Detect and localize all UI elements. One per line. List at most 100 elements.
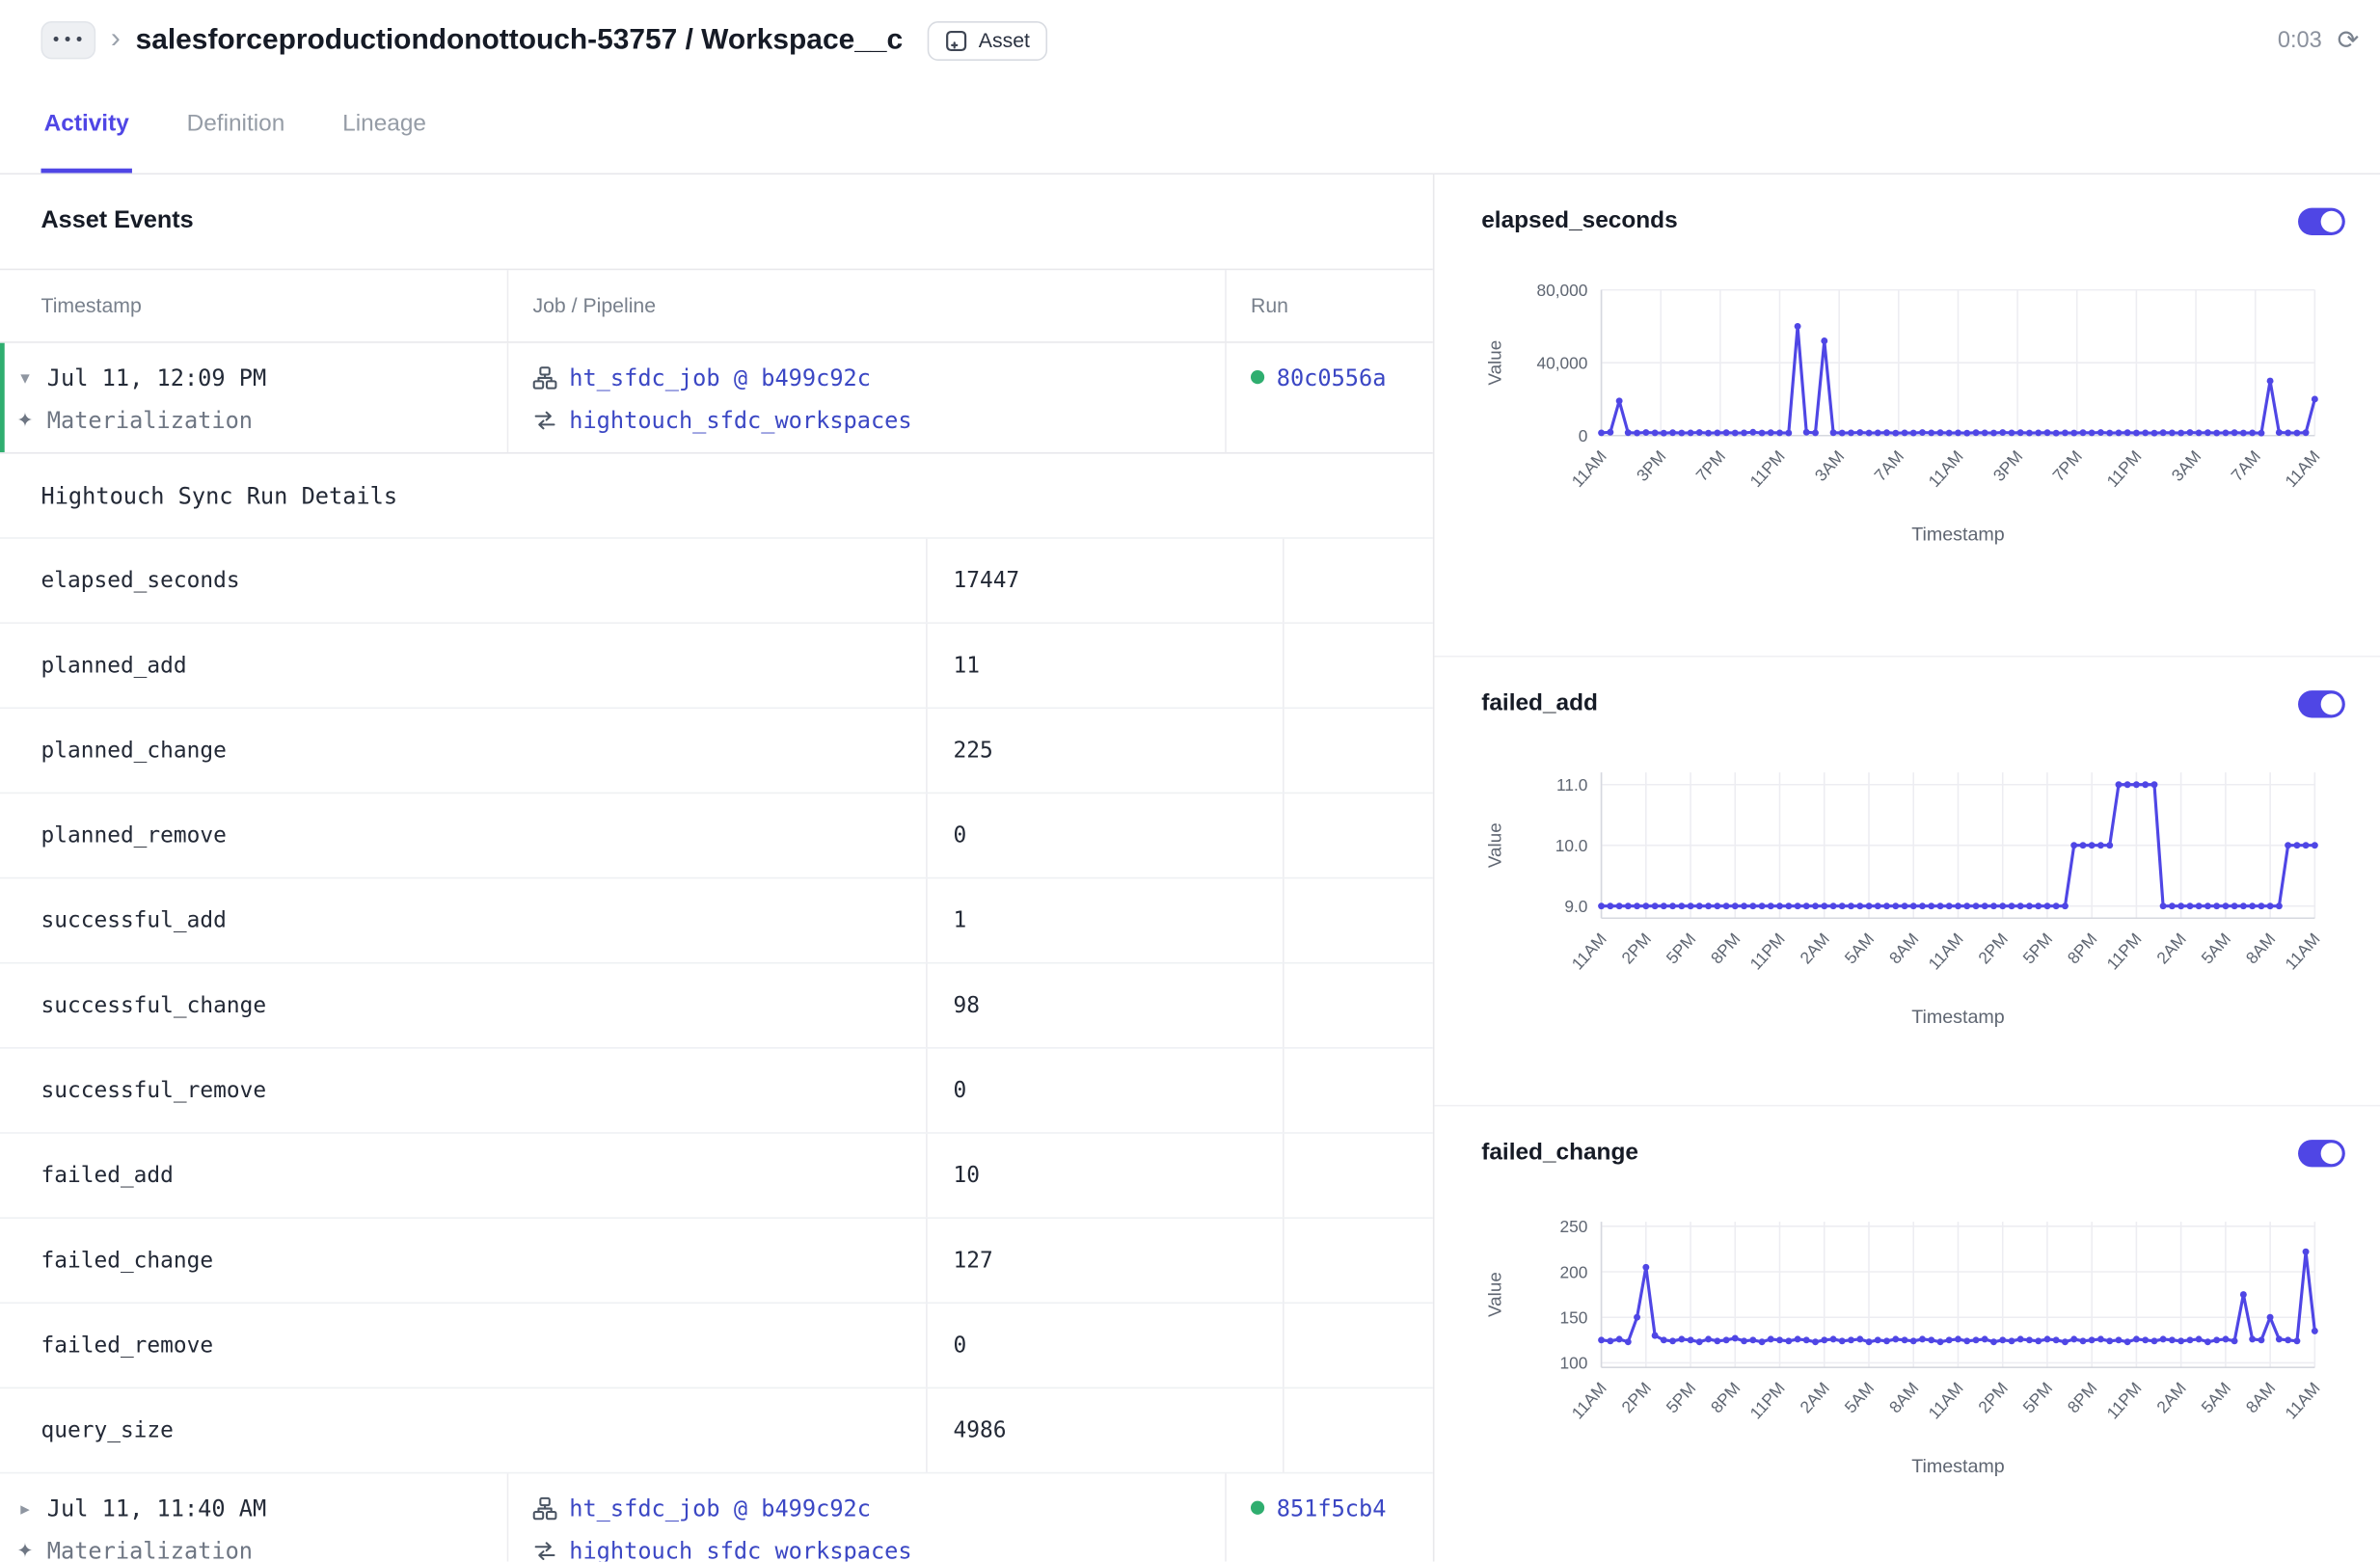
svg-text:8AM: 8AM — [2242, 929, 2280, 968]
svg-text:11AM: 11AM — [1568, 1379, 1610, 1423]
svg-text:7PM: 7PM — [2048, 446, 2086, 485]
asset-frame-icon — [944, 28, 968, 52]
svg-text:11PM: 11PM — [2102, 929, 2145, 974]
svg-text:11PM: 11PM — [1746, 446, 1789, 491]
run-link[interactable]: 80c0556a — [1277, 364, 1387, 390]
svg-text:3PM: 3PM — [1989, 446, 2027, 485]
svg-text:5PM: 5PM — [1663, 1379, 1700, 1417]
svg-text:11AM: 11AM — [1924, 929, 1966, 974]
svg-text:5PM: 5PM — [2019, 929, 2057, 968]
detail-row: successful_add 1 — [0, 878, 1433, 963]
sync-run-details-heading: Hightouch Sync Run Details — [0, 454, 1433, 539]
svg-text:Value: Value — [1486, 1272, 1506, 1317]
run-status-dot — [1251, 370, 1264, 384]
metrics-panel: elapsed_seconds 11AM3PM7PM11PM3AM7AM11AM… — [1433, 175, 2380, 1562]
detail-spacer — [1283, 1304, 1433, 1387]
failed-add-line-chart: 11AM2PM5PM8PM11PM2AM5AM8AM11AM2PM5PM8PM1… — [1471, 757, 2380, 1037]
svg-text:0: 0 — [1579, 426, 1588, 445]
job-link[interactable]: ht_sfdc_job @ b499c92c — [569, 364, 871, 390]
run-status-dot — [1251, 1501, 1264, 1515]
svg-text:8AM: 8AM — [1885, 929, 1923, 968]
tab-definition[interactable]: Definition — [183, 80, 287, 173]
svg-text:40,000: 40,000 — [1536, 353, 1587, 372]
svg-text:2PM: 2PM — [1974, 929, 2012, 968]
svg-text:7PM: 7PM — [1691, 446, 1729, 485]
detail-row: planned_change 225 — [0, 709, 1433, 794]
svg-text:2AM: 2AM — [1796, 1379, 1833, 1417]
detail-spacer — [1283, 624, 1433, 708]
failed-change-line-chart: 11AM2PM5PM8PM11PM2AM5AM8AM11AM2PM5PM8PM1… — [1471, 1206, 2380, 1487]
refresh-icon[interactable]: ⟳ — [2338, 27, 2359, 53]
detail-spacer — [1283, 709, 1433, 793]
chart-toggle[interactable] — [2298, 690, 2345, 717]
detail-value: 10 — [926, 1134, 1283, 1218]
breadcrumb-menu-button[interactable]: ••• — [41, 21, 95, 59]
svg-text:11AM: 11AM — [1568, 446, 1610, 491]
pipeline-sync-icon — [532, 408, 556, 432]
column-header-job-pipeline: Job / Pipeline — [507, 270, 1226, 341]
chart-title: failed_change — [1481, 1140, 1638, 1167]
app-root: ••• › salesforceproductiondonottouch-537… — [0, 0, 2380, 1562]
pipeline-link[interactable]: hightouch_sfdc_workspaces — [569, 1537, 911, 1562]
svg-text:11PM: 11PM — [1746, 929, 1789, 974]
event-timestamp: Jul 11, 12:09 PM — [47, 364, 266, 390]
svg-text:8PM: 8PM — [2064, 1379, 2101, 1417]
svg-text:Timestamp: Timestamp — [1911, 524, 2005, 545]
detail-key: planned_remove — [0, 794, 926, 877]
svg-text:5PM: 5PM — [2019, 1379, 2057, 1417]
page-title: salesforceproductiondonottouch-53757 / W… — [136, 23, 904, 57]
detail-value: 11 — [926, 624, 1283, 708]
chart-toggle[interactable] — [2298, 1140, 2345, 1167]
pipeline-link[interactable]: hightouch_sfdc_workspaces — [569, 406, 911, 433]
pipeline-sync-icon — [532, 1538, 556, 1561]
event-timestamp: Jul 11, 11:40 AM — [47, 1495, 266, 1522]
detail-spacer — [1283, 878, 1433, 962]
refresh-timer: 0:03 — [2278, 27, 2322, 53]
event-type: Materialization — [47, 406, 253, 433]
detail-key: successful_add — [0, 878, 926, 962]
event-type: Materialization — [47, 1537, 253, 1562]
run-link[interactable]: 851f5cb4 — [1277, 1495, 1387, 1522]
detail-spacer — [1283, 794, 1433, 877]
tab-lineage[interactable]: Lineage — [339, 80, 429, 173]
svg-text:11AM: 11AM — [1924, 446, 1966, 491]
caret-right-icon[interactable]: ▸ — [15, 1497, 35, 1519]
column-header-timestamp: Timestamp — [0, 270, 507, 341]
event-row-expanded: ▾ Jul 11, 12:09 PM ✦ Materialization — [0, 343, 1433, 452]
svg-text:11AM: 11AM — [2281, 446, 2323, 491]
detail-key: query_size — [0, 1388, 926, 1472]
events-table-header: Timestamp Job / Pipeline Run — [0, 269, 1433, 343]
detail-value: 4986 — [926, 1388, 1283, 1472]
asset-badge[interactable]: Asset — [927, 20, 1046, 60]
svg-text:2PM: 2PM — [1617, 929, 1655, 968]
svg-text:2AM: 2AM — [1796, 929, 1833, 968]
svg-text:Value: Value — [1486, 822, 1506, 868]
materialization-icon: ✦ — [15, 408, 35, 432]
svg-text:2AM: 2AM — [2152, 929, 2190, 968]
tab-bar: Activity Definition Lineage — [0, 80, 2380, 175]
svg-text:80,000: 80,000 — [1536, 281, 1587, 300]
svg-text:7AM: 7AM — [1870, 446, 1907, 485]
detail-row: failed_change 127 — [0, 1219, 1433, 1304]
svg-text:7AM: 7AM — [2227, 446, 2264, 485]
svg-text:Value: Value — [1486, 340, 1506, 386]
detail-key: successful_remove — [0, 1049, 926, 1133]
svg-text:11PM: 11PM — [2102, 446, 2145, 491]
detail-row: failed_add 10 — [0, 1134, 1433, 1219]
asset-events-heading: Asset Events — [0, 175, 1433, 269]
svg-text:2AM: 2AM — [2152, 1379, 2190, 1417]
svg-text:5AM: 5AM — [1841, 1379, 1879, 1417]
detail-row: query_size 4986 — [0, 1388, 1433, 1473]
toggle-knob — [2321, 1143, 2342, 1164]
caret-down-icon[interactable]: ▾ — [15, 366, 35, 388]
job-link[interactable]: ht_sfdc_job @ b499c92c — [569, 1495, 871, 1522]
detail-spacer — [1283, 1388, 1433, 1472]
svg-text:11AM: 11AM — [1924, 1379, 1966, 1423]
chart-toggle[interactable] — [2298, 208, 2345, 235]
chart-section-elapsed-seconds: elapsed_seconds 11AM3PM7PM11PM3AM7AM11AM… — [1434, 208, 2380, 656]
detail-value: 0 — [926, 1304, 1283, 1387]
svg-text:5AM: 5AM — [2197, 929, 2234, 968]
column-header-run: Run — [1225, 270, 1433, 341]
detail-key: successful_change — [0, 963, 926, 1047]
tab-activity[interactable]: Activity — [41, 80, 131, 173]
